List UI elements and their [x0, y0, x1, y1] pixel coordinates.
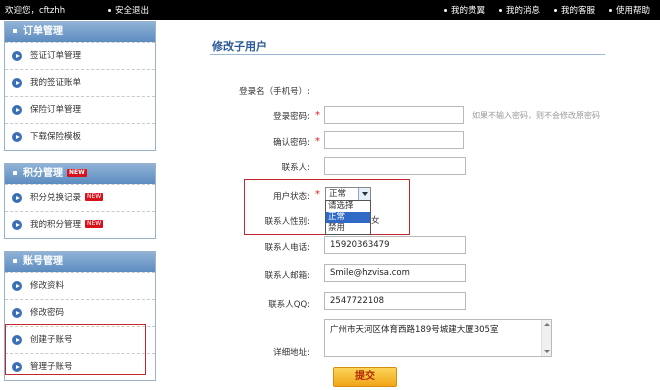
user-status-label: 用户状态:	[273, 192, 310, 202]
status-option-please-select[interactable]: 请选择	[326, 201, 370, 212]
chevron-down-icon[interactable]	[358, 188, 370, 200]
status-option-disabled[interactable]: 禁用	[326, 223, 370, 234]
subaccount-highlight-box	[5, 324, 146, 375]
top-bar: 欢迎您，cftzhh 安全退出 我的贵翼 我的消息 我的客服 使用帮助	[0, 0, 660, 20]
new-badge: NEW	[67, 169, 87, 177]
email-input[interactable]: Smile@hzvisa.com	[324, 264, 466, 282]
phone-input[interactable]: 15920363479	[324, 236, 466, 254]
order-panel: 订单管理 签证订单管理 我的签证账单 保险订单管理 下载保险模板	[4, 21, 156, 151]
sidebar-item-insurance-template[interactable]: 下载保险模板	[5, 123, 155, 150]
top-link-my-account[interactable]: 我的贵翼	[443, 4, 485, 16]
square-bullet-icon	[13, 29, 17, 33]
gender-female-label[interactable]: 女	[371, 214, 380, 226]
title-divider	[210, 54, 605, 55]
required-mark: *	[315, 110, 320, 121]
password-input[interactable]	[324, 106, 464, 124]
confirm-password-input[interactable]	[324, 131, 464, 149]
password-label: 登录密码:	[273, 112, 310, 122]
required-mark: *	[315, 189, 320, 200]
submit-button[interactable]: 提交	[333, 367, 397, 387]
qq-input[interactable]: 2547722108	[324, 292, 466, 310]
bullet-icon	[498, 9, 502, 12]
top-link-help[interactable]: 使用帮助	[608, 4, 650, 16]
points-panel-header: 积分管理 NEW	[5, 164, 155, 184]
bullet-icon	[608, 9, 612, 12]
scrollbar[interactable]	[541, 320, 551, 356]
arrow-right-icon	[12, 132, 22, 142]
square-bullet-icon	[13, 259, 17, 263]
user-status-select[interactable]: 正常	[325, 187, 371, 201]
sidebar-item-change-password[interactable]: 修改密码	[5, 299, 155, 326]
arrow-right-icon	[12, 220, 22, 230]
sidebar-item-edit-profile[interactable]: 修改资料	[5, 272, 155, 299]
logout-label: 安全退出	[115, 6, 150, 16]
contact-input[interactable]	[324, 157, 466, 175]
top-link-messages[interactable]: 我的消息	[498, 4, 540, 16]
address-value: 广州市天河区体育西路189号城建大厦305室	[330, 325, 499, 335]
sidebar-item-visa-orders[interactable]: 签证订单管理	[5, 42, 155, 69]
address-textarea[interactable]: 广州市天河区体育西路189号城建大厦305室	[324, 319, 552, 357]
arrow-right-icon	[12, 78, 22, 88]
new-badge: NEW	[85, 193, 104, 201]
points-panel: 积分管理 NEW 积分兑换记录 NEW 我的积分管理 NEW	[4, 163, 156, 239]
sidebar-item-insurance-orders[interactable]: 保险订单管理	[5, 96, 155, 123]
arrow-right-icon	[12, 105, 22, 115]
confirm-password-label: 确认密码:	[273, 138, 310, 148]
gender-label: 联系人性别:	[264, 217, 310, 227]
login-name-label: 登录名（手机号）:	[239, 87, 310, 97]
qq-label: 联系人QQ:	[268, 300, 310, 310]
square-bullet-icon	[13, 171, 17, 175]
bullet-icon	[553, 9, 557, 12]
status-option-normal[interactable]: 正常	[326, 212, 370, 223]
arrow-right-icon	[12, 281, 22, 291]
account-panel-header: 账号管理	[5, 252, 155, 272]
bullet-icon	[443, 9, 447, 12]
page-title: 修改子用户	[212, 40, 267, 53]
phone-label: 联系人电话:	[264, 243, 310, 253]
welcome-text: 欢迎您，cftzhh	[5, 6, 66, 16]
order-panel-header: 订单管理	[5, 22, 155, 42]
bullet-icon	[108, 9, 111, 12]
arrow-right-icon	[12, 308, 22, 318]
sidebar-item-my-points[interactable]: 我的积分管理 NEW	[5, 211, 155, 238]
top-link-service[interactable]: 我的客服	[553, 4, 595, 16]
sidebar-item-visa-bills[interactable]: 我的签证账单	[5, 69, 155, 96]
logout-link[interactable]: 安全退出	[108, 4, 149, 16]
sidebar-item-points-history[interactable]: 积分兑换记录 NEW	[5, 184, 155, 211]
password-hint: 如果不输入密码，则不会修改原密码	[472, 111, 600, 120]
email-label: 联系人邮箱:	[264, 271, 310, 281]
contact-label: 联系人:	[281, 163, 310, 173]
arrow-right-icon	[12, 51, 22, 61]
required-mark: *	[315, 136, 320, 147]
user-status-options: 请选择 正常 禁用	[325, 200, 371, 235]
user-status-value: 正常	[329, 189, 347, 199]
address-label: 详细地址:	[273, 348, 310, 358]
arrow-right-icon	[12, 193, 22, 203]
new-badge: NEW	[85, 220, 104, 228]
top-links: 我的贵翼 我的消息 我的客服 使用帮助	[430, 4, 650, 16]
